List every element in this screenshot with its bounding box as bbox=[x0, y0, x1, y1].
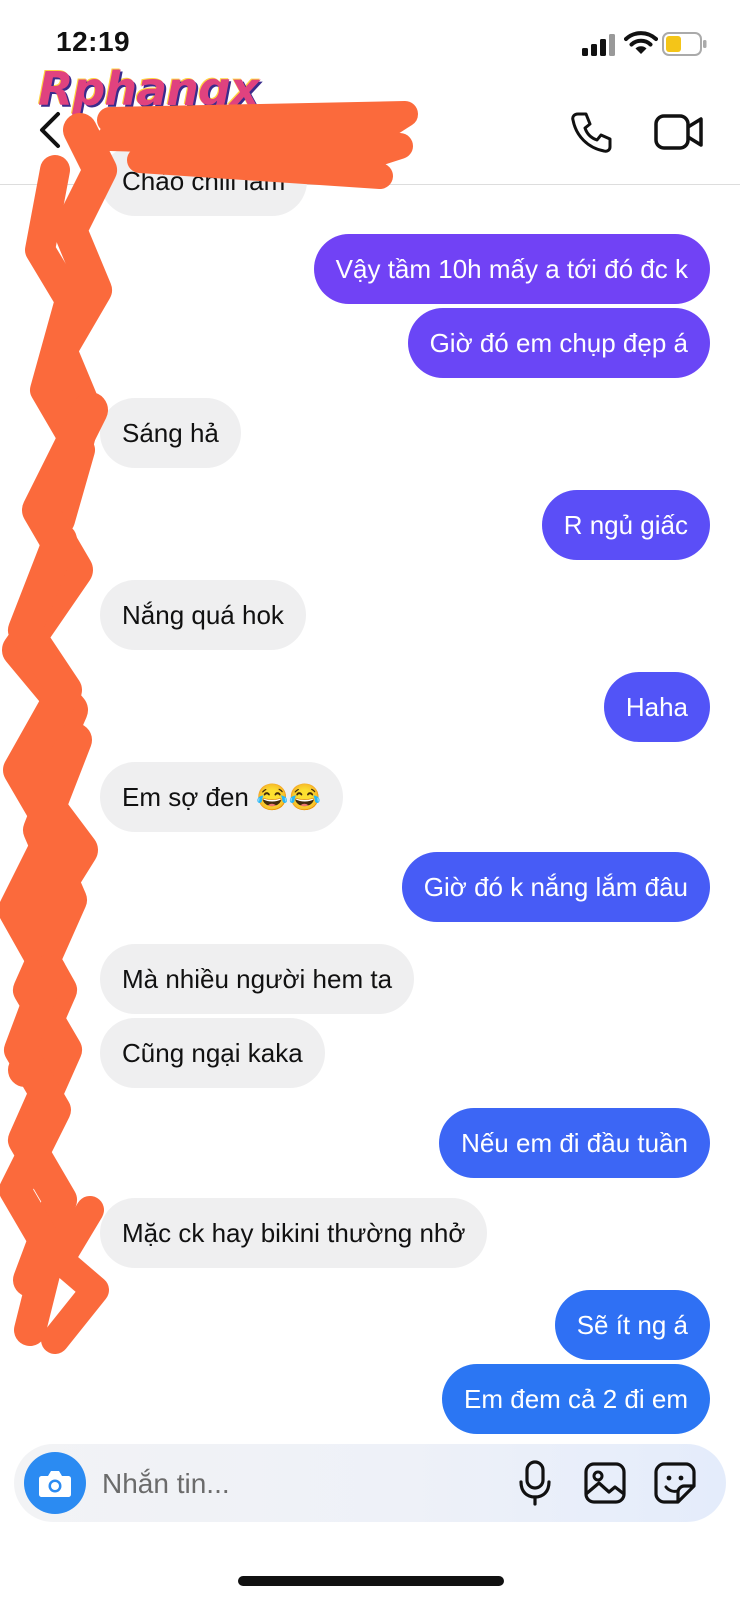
phone-call-icon[interactable] bbox=[570, 110, 614, 154]
message-bubble-sent[interactable]: Haha bbox=[603, 672, 710, 742]
message-bubble-sent[interactable]: Em đem cả 2 đi em bbox=[442, 1364, 710, 1434]
message-bubble-sent[interactable]: Giờ đó em chụp đẹp á bbox=[407, 308, 710, 378]
video-call-icon[interactable] bbox=[654, 112, 704, 152]
message-bubble-received[interactable]: Mặc ck hay bikini thường nhở bbox=[100, 1198, 488, 1268]
battery-icon bbox=[662, 32, 707, 56]
message-input[interactable] bbox=[100, 1460, 484, 1508]
status-time: 12:19 bbox=[56, 26, 131, 57]
message-composer bbox=[14, 1444, 726, 1522]
message-bubble-received[interactable]: Nắng quá hok bbox=[100, 580, 306, 650]
message-bubble-received[interactable]: Cũng ngại kaka bbox=[100, 1018, 325, 1088]
gallery-image-icon[interactable] bbox=[584, 1462, 626, 1504]
message-bubble-sent[interactable]: Sẽ ít ng á bbox=[554, 1290, 710, 1360]
back-arrow-icon[interactable] bbox=[36, 110, 64, 150]
message-bubble-received[interactable]: Chào chill lắm bbox=[100, 146, 308, 216]
sticker-icon[interactable] bbox=[654, 1462, 696, 1504]
message-bubble-received[interactable]: Sáng hả bbox=[100, 398, 241, 468]
camera-button[interactable] bbox=[24, 1452, 86, 1514]
message-bubble-sent[interactable]: Giờ đó k nắng lắm đâu bbox=[401, 852, 710, 922]
message-bubble-received[interactable]: Em sợ đen 😂😂 bbox=[100, 762, 343, 832]
camera-icon bbox=[39, 1471, 71, 1497]
message-bubble-sent[interactable]: Vậy tầm 10h mấy a tới đó đc k bbox=[313, 234, 710, 304]
wifi-icon bbox=[624, 31, 658, 54]
message-bubble-received[interactable]: Mà nhiều người hem ta bbox=[100, 944, 415, 1014]
microphone-icon[interactable] bbox=[518, 1460, 552, 1506]
cellular-signal-icon bbox=[582, 34, 615, 56]
message-bubble-sent[interactable]: R ngủ giấc bbox=[541, 490, 710, 560]
message-bubble-sent[interactable]: Nếu em đi đầu tuần bbox=[439, 1108, 710, 1178]
home-indicator bbox=[238, 1576, 504, 1586]
